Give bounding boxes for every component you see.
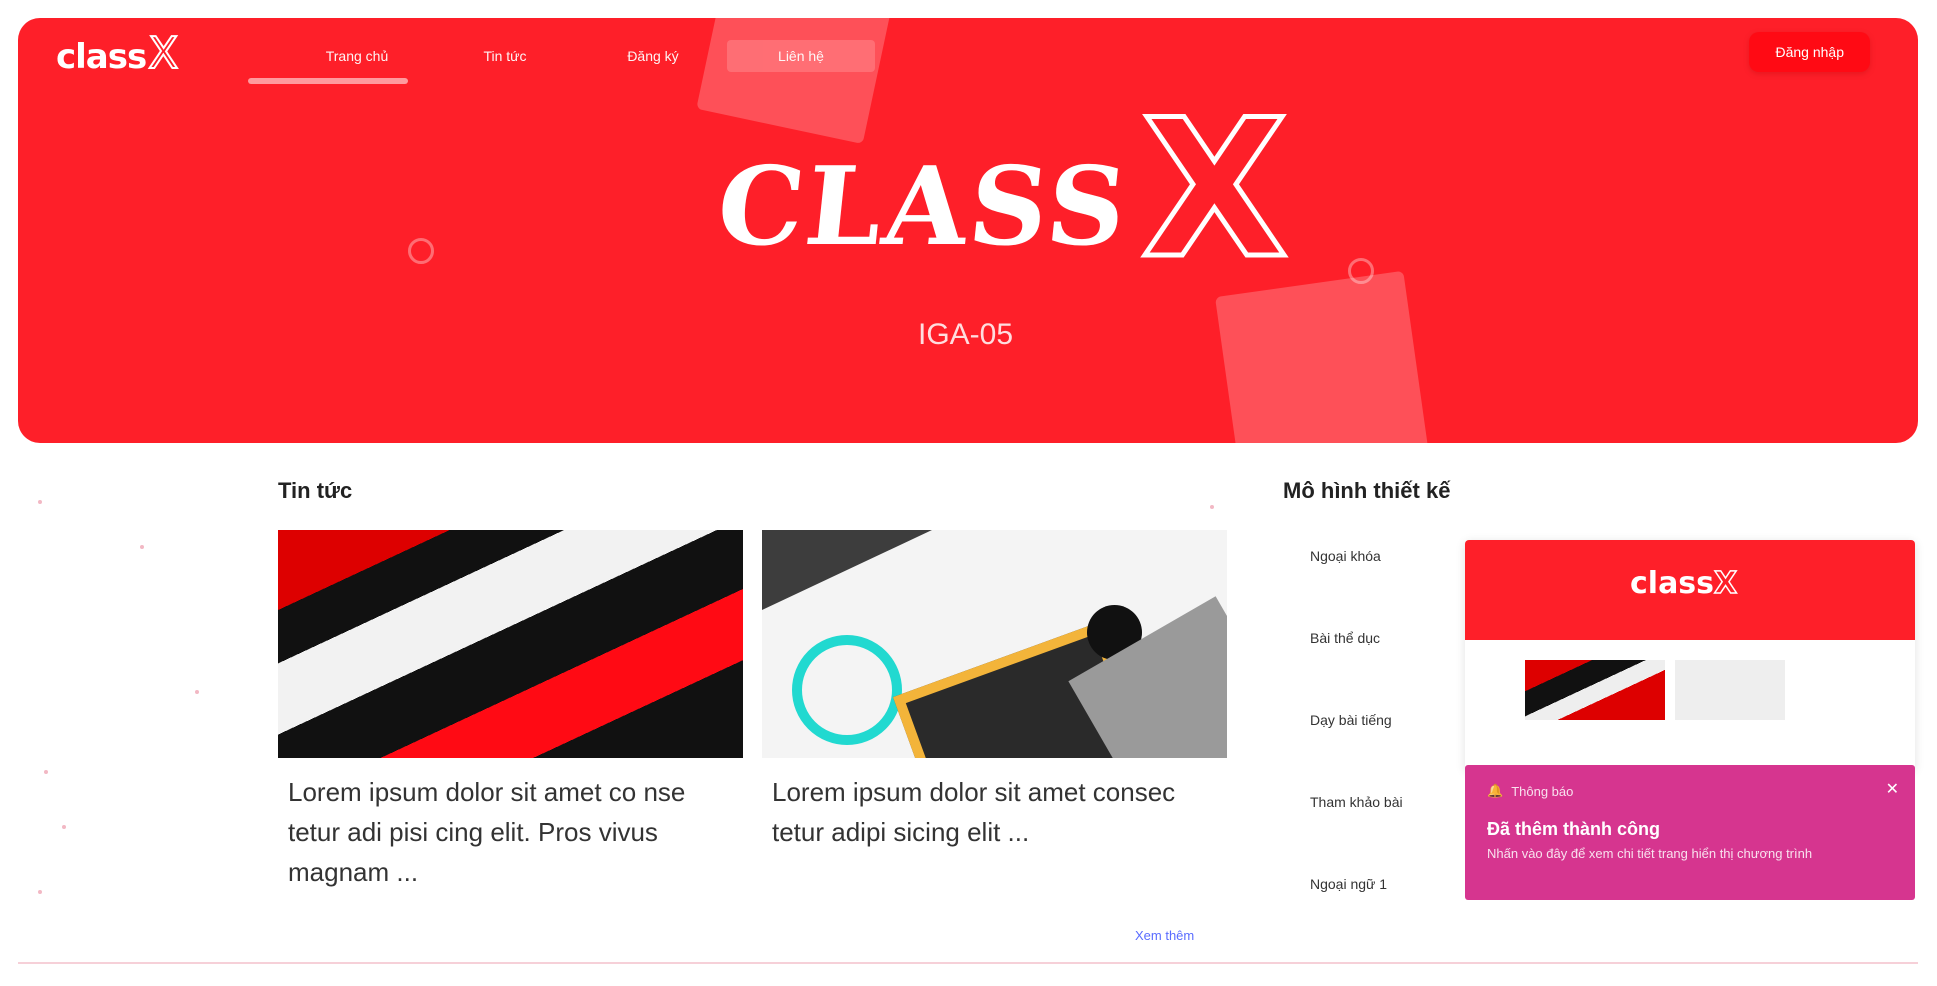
nav-item-home[interactable]: Trang chủ — [283, 40, 431, 72]
side-list-item[interactable]: Ngoại ngữ 1 — [1310, 876, 1403, 958]
decorative-dot — [38, 500, 42, 504]
main-nav: Trang chủ Tin tức Đăng ký Liên hệ — [283, 40, 875, 72]
toast-header-label: Thông báo — [1511, 783, 1574, 799]
news-excerpt: Lorem ipsum dolor sit amet consec tetur … — [772, 777, 1176, 847]
decorative-dot — [1348, 258, 1374, 284]
news-thumbnail — [762, 530, 1227, 758]
news-section-title: Tin tức — [278, 478, 353, 503]
nav-item-register[interactable]: Đăng ký — [579, 40, 727, 72]
bell-icon: 🔔 — [1487, 783, 1504, 798]
close-icon[interactable]: ✕ — [1886, 779, 1899, 799]
side-list-item[interactable]: Ngoại khóa — [1310, 548, 1403, 630]
site-logo[interactable]: classX — [56, 27, 179, 80]
logo-tagline — [248, 78, 408, 84]
preview-logo: classX — [1630, 565, 1738, 602]
login-button[interactable]: Đăng nhập — [1749, 32, 1870, 72]
news-card[interactable]: Lorem ipsum dolor sit amet co nse tetur … — [278, 530, 743, 900]
decorative-dot — [1210, 505, 1214, 509]
side-list-item[interactable]: Bài thể dục — [1310, 630, 1403, 712]
hero-banner: classX Trang chủ Tin tức Đăng ký Liên hệ… — [18, 18, 1918, 443]
side-list-item[interactable]: Tham khảo bài — [1310, 794, 1403, 876]
decorative-dot — [140, 545, 144, 549]
preview-thumbnail — [1675, 660, 1785, 720]
decorative-dot — [408, 238, 434, 264]
notification-toast[interactable]: 🔔 Thông báo ✕ Đã thêm thành công Nhấn và… — [1465, 765, 1915, 900]
nav-item-contact[interactable]: Liên hệ — [727, 40, 875, 72]
logo-text: class — [56, 37, 147, 77]
preview-thumbnail — [1525, 660, 1665, 720]
side-list: Ngoại khóa Bài thể dục Dạy bài tiếng Tha… — [1310, 548, 1403, 958]
footer-divider — [18, 962, 1918, 964]
decorative-dot — [44, 770, 48, 774]
news-card[interactable]: Lorem ipsum dolor sit amet consec tetur … — [762, 530, 1227, 900]
preview-header: classX — [1465, 540, 1915, 640]
decorative-dot — [62, 825, 66, 829]
view-all-link[interactable]: Xem thêm — [1135, 928, 1194, 943]
news-thumbnail — [278, 530, 743, 758]
hero-title: CLASS X — [711, 79, 1290, 300]
toast-header: 🔔 Thông báo — [1487, 783, 1893, 799]
hero-title-x: X — [1139, 79, 1290, 300]
logo-x: X — [147, 27, 179, 80]
decorative-dot — [38, 890, 42, 894]
nav-item-news[interactable]: Tin tức — [431, 40, 579, 72]
decorative-dot — [195, 690, 199, 694]
side-section-title: Mô hình thiết kế — [1283, 478, 1451, 503]
side-list-item[interactable]: Dạy bài tiếng — [1310, 712, 1403, 794]
hero-subtitle: IGA-05 — [918, 318, 1014, 351]
news-excerpt: Lorem ipsum dolor sit amet co nse tetur … — [288, 777, 686, 887]
toast-body: Nhấn vào đây để xem chi tiết trang hiển … — [1487, 846, 1813, 861]
page: classX Trang chủ Tin tức Đăng ký Liên hệ… — [0, 0, 1937, 986]
page-preview[interactable]: classX — [1465, 540, 1915, 770]
toast-title: Đã thêm thành công — [1487, 819, 1661, 839]
hero-title-class: CLASS — [711, 144, 1134, 270]
